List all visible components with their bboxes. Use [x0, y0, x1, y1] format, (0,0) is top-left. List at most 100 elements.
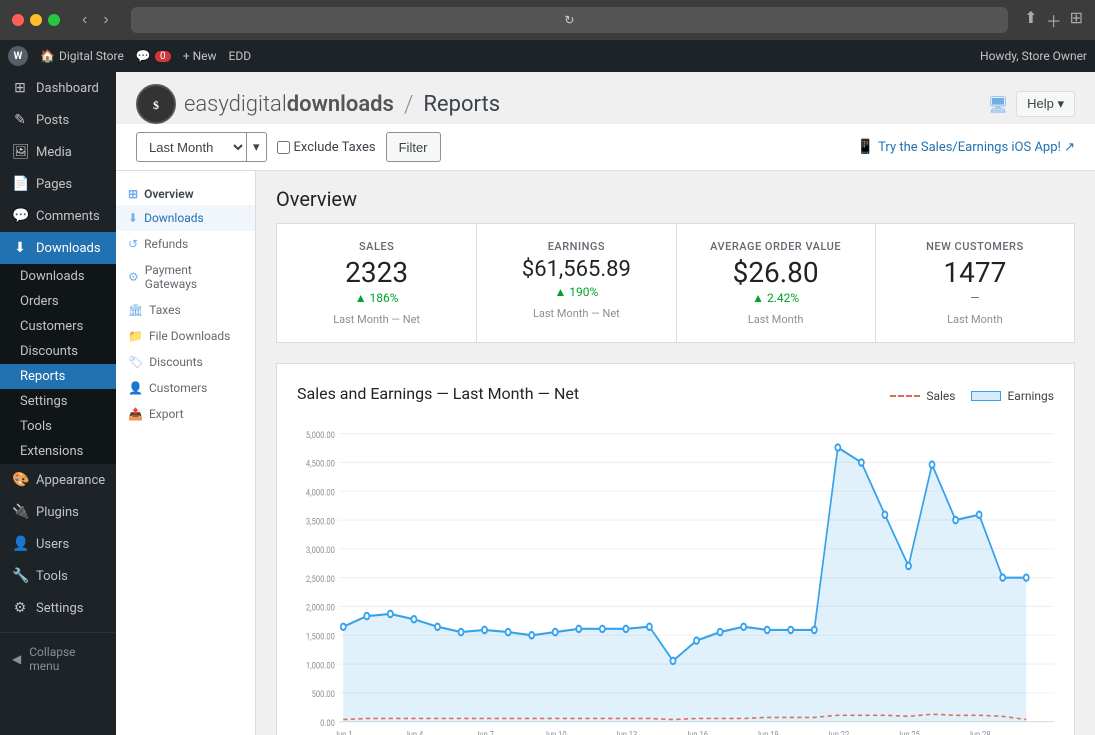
svg-text:Jun 1: Jun 1	[334, 730, 353, 735]
sidebar-item-customers[interactable]: Customers	[0, 314, 116, 339]
reports-nav-refunds-label: Refunds	[144, 237, 188, 251]
customers-icon: 👤	[128, 381, 143, 395]
comments-nav-icon: 💬	[12, 208, 28, 224]
sidebar-item-tools[interactable]: 🔧 Tools	[0, 560, 116, 592]
sidebar-item-reports[interactable]: Reports	[0, 364, 116, 389]
monitor-icon: 🖥	[988, 95, 1008, 114]
sidebar-label-appearance: Appearance	[36, 473, 105, 488]
site-name[interactable]: 🏠 Digital Store	[40, 49, 124, 63]
sidebar-item-settings[interactable]: ⚙ Settings	[0, 592, 116, 624]
sidebar-item-tools-sub[interactable]: Tools	[0, 414, 116, 439]
sidebar-item-settings-sub[interactable]: Settings	[0, 389, 116, 414]
sidebar-label-tools: Tools	[36, 569, 68, 584]
filter-button[interactable]: Filter	[386, 132, 441, 162]
admin-bar-left: W 🏠 Digital Store 💬 0 + New EDD	[8, 46, 980, 66]
pages-icon: 📄	[12, 176, 28, 192]
help-button[interactable]: Help ▾	[1016, 91, 1075, 117]
minimize-dot[interactable]	[30, 14, 42, 26]
reports-nav-gateways[interactable]: ⚙ Payment Gateways	[116, 257, 255, 297]
svg-text:0.00: 0.00	[320, 718, 335, 729]
reports-nav-downloads[interactable]: ⬇ Downloads	[116, 205, 255, 231]
collapse-menu-button[interactable]: ◀ Collapse menu	[0, 637, 116, 681]
customers-period: Last Month	[892, 313, 1058, 326]
maximize-dot[interactable]	[48, 14, 60, 26]
sales-change: ▲ 186%	[293, 291, 460, 305]
svg-text:500.00: 500.00	[312, 689, 335, 700]
back-button[interactable]: ‹	[76, 9, 93, 31]
tabs-icon[interactable]: ⊞	[1070, 8, 1083, 32]
reports-nav-taxes[interactable]: 🏛 Taxes	[116, 297, 255, 323]
stat-card-aov: AVERAGE ORDER VALUE $26.80 ▲ 2.42% Last …	[676, 224, 875, 342]
edd-label: EDD	[229, 49, 252, 63]
collapse-icon: ◀	[12, 652, 21, 666]
discounts-icon: 🏷	[128, 355, 143, 369]
sidebar-item-pages[interactable]: 📄 Pages	[0, 168, 116, 200]
media-icon: 🖼	[12, 144, 28, 160]
earnings-value: $61,565.89	[493, 259, 659, 281]
new-tab-icon[interactable]: ＋	[1046, 8, 1062, 32]
svg-text:$: $	[153, 98, 159, 112]
reports-nav-gateways-label: Payment Gateways	[145, 263, 243, 291]
admin-bar-edd[interactable]: EDD	[229, 49, 252, 63]
plugin-header: $ easydigitaldownloads / Reports 🖥 Help …	[116, 72, 1095, 124]
svg-text:Jun 16: Jun 16	[685, 730, 708, 735]
sales-period: Last Month — Net	[293, 313, 460, 326]
exclude-taxes-checkbox[interactable]	[277, 141, 290, 154]
close-dot[interactable]	[12, 14, 24, 26]
sidebar-item-extensions[interactable]: Extensions	[0, 439, 116, 464]
sidebar-item-appearance[interactable]: 🎨 Appearance	[0, 464, 116, 496]
sidebar-label-users: Users	[36, 537, 69, 552]
legend-earnings-label: Earnings	[1007, 389, 1054, 403]
sidebar-item-comments[interactable]: 💬 Comments	[0, 200, 116, 232]
share-icon[interactable]: ⬆	[1024, 8, 1037, 32]
sidebar-item-posts[interactable]: ✎ Posts	[0, 104, 116, 136]
svg-text:1,500.00: 1,500.00	[306, 632, 335, 643]
wp-logo[interactable]: W	[8, 46, 28, 66]
aov-period: Last Month	[693, 313, 859, 326]
edd-logo: $	[136, 84, 176, 124]
overview-nav-section[interactable]: ⊞ Overview	[116, 179, 255, 205]
sidebar-label-settings-sub: Settings	[20, 394, 67, 409]
phone-icon: 📱	[857, 139, 874, 155]
select-arrow: ▾	[247, 132, 267, 162]
filter-bar: Last Month Today Yesterday This Week Las…	[116, 124, 1095, 171]
admin-bar-right: Howdy, Store Owner	[980, 49, 1087, 63]
chart-container: 5,000.00 4,500.00 4,000.00 3,500.00 3,00…	[297, 423, 1054, 735]
reports-nav-file-downloads[interactable]: 📁 File Downloads	[116, 323, 255, 349]
legend-sales-label: Sales	[926, 389, 955, 403]
sidebar-item-plugins[interactable]: 🔌 Plugins	[0, 496, 116, 528]
browser-actions: ⬆ ＋ ⊞	[1024, 8, 1083, 32]
admin-bar-new[interactable]: + New	[183, 49, 217, 63]
sidebar-label-comments: Comments	[36, 209, 100, 224]
sidebar-item-users[interactable]: 👤 Users	[0, 528, 116, 560]
reports-nav-export[interactable]: 📤 Export	[116, 401, 255, 427]
earnings-period: Last Month — Net	[493, 307, 659, 320]
reports-nav-discounts[interactable]: 🏷 Discounts	[116, 349, 255, 375]
svg-text:Jun 4: Jun 4	[405, 730, 424, 735]
reports-nav-refunds[interactable]: ↺ Refunds	[116, 231, 255, 257]
reports-nav-export-label: Export	[149, 407, 184, 421]
admin-bar-comments[interactable]: 💬 0	[136, 49, 171, 63]
sidebar-item-discounts[interactable]: Discounts	[0, 339, 116, 364]
address-bar[interactable]: ↻	[131, 7, 1009, 33]
svg-text:Jun 10: Jun 10	[544, 730, 567, 735]
sidebar: ⊞ Dashboard ✎ Posts 🖼 Media 📄 Pages 💬 Co…	[0, 72, 116, 735]
sidebar-label-posts: Posts	[36, 113, 69, 128]
sales-label: SALES	[293, 240, 460, 253]
sidebar-label-dashboard: Dashboard	[36, 81, 99, 96]
svg-text:Jun 19: Jun 19	[756, 730, 779, 735]
svg-text:1,000.00: 1,000.00	[306, 661, 335, 672]
forward-button[interactable]: ›	[97, 9, 114, 31]
sidebar-item-downloads-sub[interactable]: Downloads	[0, 264, 116, 289]
sidebar-item-downloads[interactable]: ⬇ Downloads	[0, 232, 116, 264]
plugin-name: easydigitaldownloads	[184, 92, 394, 117]
sidebar-item-orders[interactable]: Orders	[0, 289, 116, 314]
period-select[interactable]: Last Month Today Yesterday This Week Las…	[136, 132, 247, 162]
ios-app-link[interactable]: 📱 Try the Sales/Earnings iOS App! ↗	[857, 139, 1075, 155]
sidebar-item-media[interactable]: 🖼 Media	[0, 136, 116, 168]
svg-text:Jun 7: Jun 7	[475, 730, 494, 735]
exclude-taxes-label[interactable]: Exclude Taxes	[277, 140, 376, 155]
comments-icon: 💬	[136, 49, 151, 63]
sidebar-item-dashboard[interactable]: ⊞ Dashboard	[0, 72, 116, 104]
reports-nav-customers[interactable]: 👤 Customers	[116, 375, 255, 401]
